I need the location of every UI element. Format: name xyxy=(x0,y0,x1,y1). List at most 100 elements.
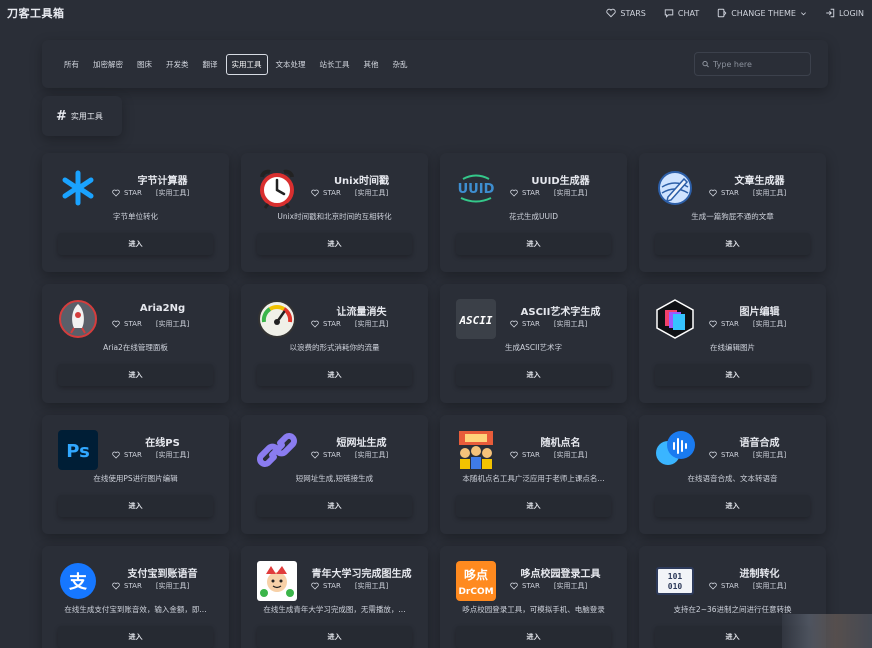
ascii-icon[interactable]: ASCII xyxy=(455,298,497,340)
uuid-icon[interactable]: UUID xyxy=(455,167,497,209)
star-button[interactable]: STAR xyxy=(311,582,341,590)
tool-card[interactable]: 文章生成器 STAR [实用工具] 生成一篇狗屁不通的文章 进入 xyxy=(639,153,826,272)
tool-card[interactable]: Unix时间戳 STAR [实用工具] Unix时间戳和北京时间的互相转化 进入 xyxy=(241,153,428,272)
star-button[interactable]: STAR xyxy=(112,320,142,328)
tool-card[interactable]: 青年大学习完成图生成 STAR [实用工具] 在线生成青年大学习完成图，无需播放… xyxy=(241,546,428,648)
alipay-icon[interactable]: 支 xyxy=(57,560,99,602)
tool-card[interactable]: 短网址生成 STAR [实用工具] 短网址生成,短链接生成 进入 xyxy=(241,415,428,534)
star-button[interactable]: STAR xyxy=(112,451,142,459)
tool-tag: [实用工具] xyxy=(553,582,588,590)
category-tab[interactable]: 图床 xyxy=(131,54,158,75)
tool-card[interactable]: 哆点 DrCOM 哆点校园登录工具 STAR [实用工具] 哆点校园登录工具，可模… xyxy=(440,546,627,648)
star-button[interactable]: STAR xyxy=(510,189,540,197)
tool-name[interactable]: UUID生成器 xyxy=(502,172,619,187)
tool-name[interactable]: 支付宝到账语音 xyxy=(104,565,221,580)
nav-chat[interactable]: CHAT xyxy=(664,8,699,18)
tool-card[interactable]: 随机点名 STAR [实用工具] 本随机点名工具广泛应用于老师上课点名... 进… xyxy=(440,415,627,534)
enter-button[interactable]: 进入 xyxy=(456,495,611,517)
star-button[interactable]: STAR xyxy=(112,582,142,590)
tool-name[interactable]: 青年大学习完成图生成 xyxy=(303,565,420,580)
search-box[interactable] xyxy=(694,52,811,76)
enter-button[interactable]: 进入 xyxy=(655,233,810,255)
star-button[interactable]: STAR xyxy=(709,320,739,328)
binary-icon[interactable]: 101 010 xyxy=(654,560,696,602)
tool-name[interactable]: 短网址生成 xyxy=(303,434,420,449)
classroom-icon[interactable] xyxy=(455,429,497,471)
enter-button[interactable]: 进入 xyxy=(257,626,412,648)
tool-card[interactable]: 图片编辑 STAR [实用工具] 在线编辑图片 进入 xyxy=(639,284,826,403)
enter-button[interactable]: 进入 xyxy=(58,364,213,386)
category-tab[interactable]: 杂乱 xyxy=(387,54,414,75)
category-tab[interactable]: 所有 xyxy=(58,54,85,75)
alarm-clock-icon[interactable] xyxy=(256,167,298,209)
rocket-icon[interactable] xyxy=(57,298,99,340)
enter-button[interactable]: 进入 xyxy=(257,364,412,386)
app-title[interactable]: 刀客工具箱 xyxy=(7,5,65,21)
tool-card[interactable]: Aria2Ng STAR [实用工具] Aria2在线管理面板 进入 xyxy=(42,284,229,403)
tool-tag: [实用工具] xyxy=(354,582,389,590)
tool-card[interactable]: 语音合成 STAR [实用工具] 在线语音合成、文本转语音 进入 xyxy=(639,415,826,534)
voice-icon[interactable] xyxy=(654,429,696,471)
tool-name[interactable]: ASCII艺术字生成 xyxy=(502,303,619,318)
category-tab[interactable]: 翻译 xyxy=(197,54,224,75)
tool-name[interactable]: 进制转化 xyxy=(701,565,818,580)
tool-card[interactable]: ASCII ASCII艺术字生成 STAR [实用工具] 生成ASCII艺术字 … xyxy=(440,284,627,403)
tool-meta: STAR [实用工具] xyxy=(311,188,388,198)
tool-name[interactable]: 图片编辑 xyxy=(701,303,818,318)
nav-login[interactable]: LOGIN xyxy=(825,8,864,18)
star-button[interactable]: STAR xyxy=(510,451,540,459)
link-icon[interactable] xyxy=(256,429,298,471)
tool-card[interactable]: 支 支付宝到账语音 STAR [实用工具] 在线生成支付宝到账音效，输入金额，即… xyxy=(42,546,229,648)
enter-button[interactable]: 进入 xyxy=(58,626,213,648)
star-button[interactable]: STAR xyxy=(709,189,739,197)
star-button[interactable]: STAR xyxy=(510,582,540,590)
tool-card[interactable]: 字节计算器 STAR [实用工具] 字节单位转化 进入 xyxy=(42,153,229,272)
category-tab[interactable]: 站长工具 xyxy=(314,54,356,75)
star-button[interactable]: STAR xyxy=(311,451,341,459)
nav-stars[interactable]: STARS xyxy=(606,8,646,18)
gauge-icon[interactable] xyxy=(256,298,298,340)
category-tab[interactable]: 文本处理 xyxy=(270,54,312,75)
tool-card[interactable]: Ps 在线PS STAR [实用工具] 在线使用PS进行图片编辑 进入 xyxy=(42,415,229,534)
star-button[interactable]: STAR xyxy=(510,320,540,328)
tool-name[interactable]: 字节计算器 xyxy=(104,172,221,187)
tool-name[interactable]: 让流量消失 xyxy=(303,303,420,318)
star-button[interactable]: STAR xyxy=(112,189,142,197)
tool-card[interactable]: 让流量消失 STAR [实用工具] 以浪费的形式消耗你的流量 进入 xyxy=(241,284,428,403)
enter-button[interactable]: 进入 xyxy=(655,495,810,517)
category-tab[interactable]: 开发类 xyxy=(160,54,195,75)
category-tab[interactable]: 实用工具 xyxy=(225,53,268,75)
tool-card[interactable]: UUID UUID生成器 STAR [实用工具] 花式生成UUID 进入 xyxy=(440,153,627,272)
photoshop-icon[interactable]: Ps xyxy=(57,429,99,471)
star-button[interactable]: STAR xyxy=(311,320,341,328)
tool-name[interactable]: 文章生成器 xyxy=(701,172,818,187)
tool-description: 在线使用PS进行图片编辑 xyxy=(93,474,178,483)
pen-globe-icon[interactable] xyxy=(654,167,696,209)
nav-change-theme[interactable]: CHANGE THEME xyxy=(717,8,807,18)
enter-button[interactable]: 进入 xyxy=(58,495,213,517)
tool-description: 以浪费的形式消耗你的流量 xyxy=(289,343,380,352)
tool-name[interactable]: 随机点名 xyxy=(502,434,619,449)
enter-button[interactable]: 进入 xyxy=(456,364,611,386)
cartoon-icon[interactable] xyxy=(256,560,298,602)
tool-name[interactable]: 在线PS xyxy=(104,434,221,449)
star-button[interactable]: STAR xyxy=(311,189,341,197)
tool-name[interactable]: 哆点校园登录工具 xyxy=(502,565,619,580)
enter-button[interactable]: 进入 xyxy=(58,233,213,255)
search-input[interactable] xyxy=(713,59,803,69)
category-tab[interactable]: 其他 xyxy=(358,54,385,75)
image-layers-icon[interactable] xyxy=(654,298,696,340)
category-tab[interactable]: 加密解密 xyxy=(87,54,129,75)
star-button[interactable]: STAR xyxy=(709,582,739,590)
asterisk-icon[interactable] xyxy=(57,167,99,209)
tool-name[interactable]: Unix时间戳 xyxy=(303,172,420,187)
star-button[interactable]: STAR xyxy=(709,451,739,459)
enter-button[interactable]: 进入 xyxy=(257,233,412,255)
tool-name[interactable]: 语音合成 xyxy=(701,434,818,449)
tool-name[interactable]: Aria2Ng xyxy=(104,303,221,314)
enter-button[interactable]: 进入 xyxy=(257,495,412,517)
enter-button[interactable]: 进入 xyxy=(456,233,611,255)
enter-button[interactable]: 进入 xyxy=(655,364,810,386)
enter-button[interactable]: 进入 xyxy=(456,626,611,648)
drcom-icon[interactable]: 哆点 DrCOM xyxy=(455,560,497,602)
